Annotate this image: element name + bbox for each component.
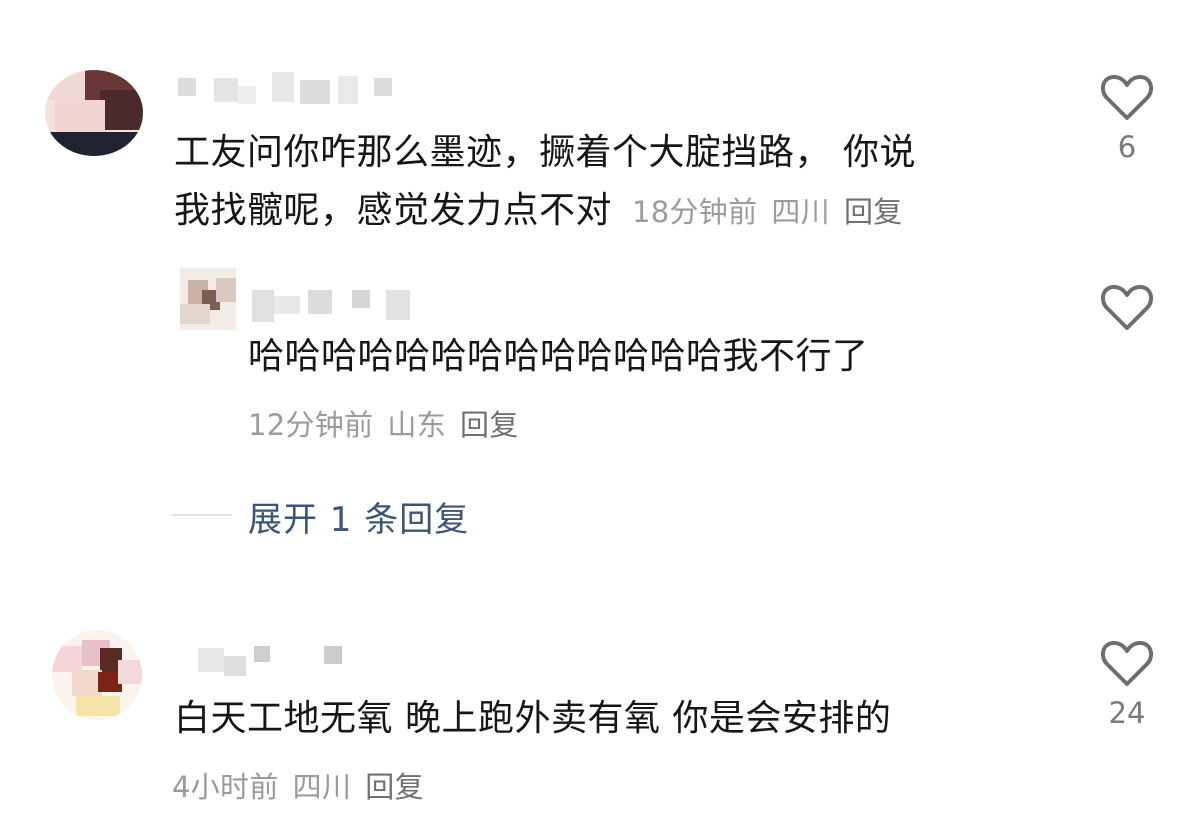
like-column: 24	[1097, 638, 1157, 730]
reply-meta: 12分钟前 山东 回复	[248, 402, 533, 444]
heart-outline-icon[interactable]	[1100, 638, 1154, 688]
avatar[interactable]	[180, 268, 236, 330]
reply-location: 山东	[387, 408, 447, 442]
avatar[interactable]	[52, 630, 142, 720]
comment-text-line: 我找髋呢，感觉发力点不对 18分钟前 四川 回复	[174, 182, 1074, 241]
reply-button[interactable]: 回复	[460, 408, 519, 442]
like-count: 24	[1108, 696, 1146, 730]
expand-replies-label[interactable]: 展开 1 条回复	[248, 492, 469, 541]
username-redacted[interactable]	[252, 286, 422, 322]
like-count: 6	[1117, 130, 1137, 164]
reply-text: 哈哈哈哈哈哈哈哈哈哈哈哈哈我不行了	[248, 336, 869, 377]
reply-time: 12分钟前	[248, 408, 374, 442]
comment-location: 四川	[292, 770, 352, 804]
username-redacted[interactable]	[178, 72, 418, 108]
comment-text-line: 工友问你咋那么墨迹，撅着个大腚挡路， 你说	[174, 132, 916, 173]
comment-meta: 18分钟前 四川 回复	[632, 195, 917, 229]
heart-outline-icon[interactable]	[1100, 72, 1154, 122]
like-column: 6	[1097, 72, 1157, 164]
username-redacted[interactable]	[198, 646, 358, 682]
comment-time: 4小时前	[172, 770, 279, 804]
comment-text-tail: 我找髋呢，感觉发力点不对	[174, 190, 613, 231]
comment-text: 工友问你咋那么墨迹，撅着个大腚挡路， 你说 我找髋呢，感觉发力点不对 18分钟前…	[174, 124, 1074, 241]
expand-divider	[172, 514, 232, 516]
like-column	[1097, 282, 1157, 332]
heart-outline-icon[interactable]	[1100, 282, 1154, 332]
reply-button[interactable]: 回复	[844, 195, 903, 229]
comment-text: 白天工地无氧 晚上跑外卖有氧 你是会安排的	[174, 698, 892, 739]
comment-location: 四川	[771, 195, 830, 229]
comment-meta: 4小时前 四川 回复	[172, 764, 438, 806]
avatar[interactable]	[45, 70, 143, 156]
comment-time: 18分钟前	[631, 195, 758, 229]
reply-button[interactable]: 回复	[365, 770, 424, 804]
